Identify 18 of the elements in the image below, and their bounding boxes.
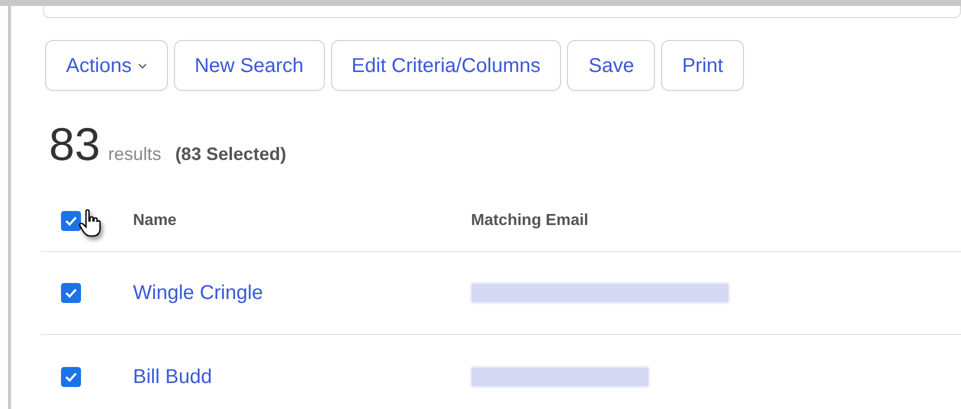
- selected-count: (83 Selected): [175, 143, 286, 166]
- contact-link[interactable]: Wingle Cringle: [133, 278, 471, 308]
- results-label: results: [108, 143, 162, 166]
- hand-cursor-icon: [79, 208, 103, 238]
- toolbar-button[interactable]: Save: [567, 40, 656, 91]
- column-header: Name: [133, 210, 178, 230]
- checkbox[interactable]: [61, 283, 81, 303]
- column-header: Matching Email: [471, 210, 588, 230]
- result-count: 83: [49, 121, 100, 167]
- check-icon: [64, 286, 78, 300]
- toolbar-button[interactable]: Edit Criteria/Columns: [330, 40, 562, 91]
- toolbar-button[interactable]: Print: [661, 40, 744, 91]
- checkbox[interactable]: [61, 366, 81, 386]
- checkbox[interactable]: [61, 210, 81, 230]
- toolbar-button[interactable]: Actions: [45, 40, 168, 91]
- caret-icon: [138, 62, 147, 68]
- contact-link[interactable]: Bill Budd: [133, 362, 471, 392]
- toolbar-button[interactable]: New Search: [174, 40, 325, 91]
